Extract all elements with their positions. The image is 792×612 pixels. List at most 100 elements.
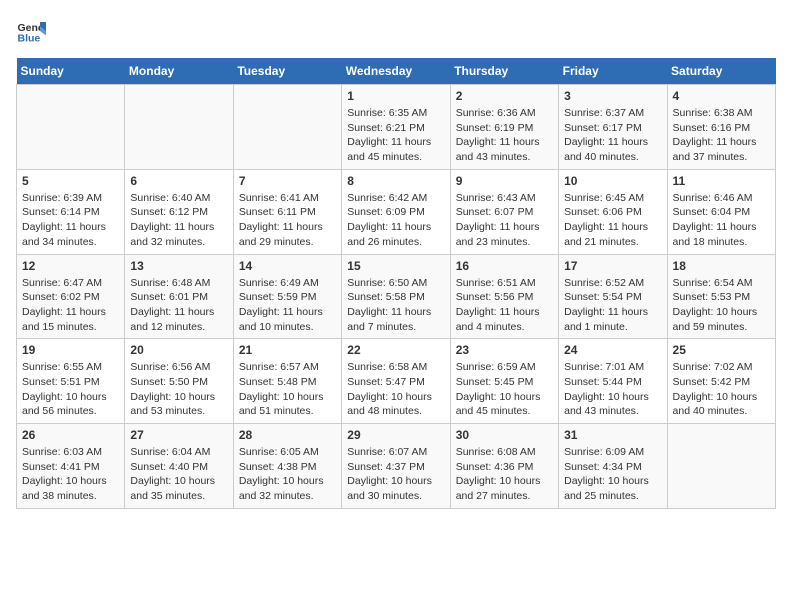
day-number: 11 [673,174,770,188]
day-info: Sunrise: 6:52 AM Sunset: 5:54 PM Dayligh… [564,276,661,335]
logo-icon: General Blue [16,16,46,46]
day-number: 12 [22,259,119,273]
day-info: Sunrise: 6:40 AM Sunset: 6:12 PM Dayligh… [130,191,227,250]
calendar-cell: 26 Sunrise: 6:03 AM Sunset: 4:41 PM Dayli… [17,424,125,509]
day-number: 4 [673,89,770,103]
day-info: Sunrise: 7:01 AM Sunset: 5:44 PM Dayligh… [564,360,661,419]
calendar-cell: 17 Sunrise: 6:52 AM Sunset: 5:54 PM Dayli… [559,254,667,339]
day-number: 14 [239,259,336,273]
calendar-cell: 16 Sunrise: 6:51 AM Sunset: 5:56 PM Dayli… [450,254,558,339]
day-number: 30 [456,428,553,442]
calendar-week-row: 12 Sunrise: 6:47 AM Sunset: 6:02 PM Dayli… [17,254,776,339]
calendar-cell: 22 Sunrise: 6:58 AM Sunset: 5:47 PM Dayli… [342,339,450,424]
calendar-cell: 18Sunrise: 6:54 AM Sunset: 5:53 PM Dayli… [667,254,775,339]
calendar-cell: 24 Sunrise: 7:01 AM Sunset: 5:44 PM Dayli… [559,339,667,424]
calendar-cell [667,424,775,509]
day-info: Sunrise: 6:43 AM Sunset: 6:07 PM Dayligh… [456,191,553,250]
day-number: 16 [456,259,553,273]
day-number: 5 [22,174,119,188]
calendar-cell: 27 Sunrise: 6:04 AM Sunset: 4:40 PM Dayli… [125,424,233,509]
day-of-week-header: Wednesday [342,58,450,85]
calendar-week-row: 19Sunrise: 6:55 AM Sunset: 5:51 PM Dayli… [17,339,776,424]
day-number: 9 [456,174,553,188]
day-info: Sunrise: 6:42 AM Sunset: 6:09 PM Dayligh… [347,191,444,250]
calendar-cell: 13 Sunrise: 6:48 AM Sunset: 6:01 PM Dayli… [125,254,233,339]
calendar-table: SundayMondayTuesdayWednesdayThursdayFrid… [16,58,776,509]
day-number: 31 [564,428,661,442]
day-of-week-header: Thursday [450,58,558,85]
day-info: Sunrise: 6:47 AM Sunset: 6:02 PM Dayligh… [22,276,119,335]
day-number: 13 [130,259,227,273]
day-of-week-header: Sunday [17,58,125,85]
calendar-header-row: SundayMondayTuesdayWednesdayThursdayFrid… [17,58,776,85]
day-number: 2 [456,89,553,103]
calendar-cell [233,85,341,170]
day-info: Sunrise: 6:46 AM Sunset: 6:04 PM Dayligh… [673,191,770,250]
day-of-week-header: Friday [559,58,667,85]
calendar-cell: 25 Sunrise: 7:02 AM Sunset: 5:42 PM Dayli… [667,339,775,424]
day-info: Sunrise: 6:51 AM Sunset: 5:56 PM Dayligh… [456,276,553,335]
calendar-cell: 14 Sunrise: 6:49 AM Sunset: 5:59 PM Dayli… [233,254,341,339]
day-number: 15 [347,259,444,273]
day-number: 29 [347,428,444,442]
day-number: 28 [239,428,336,442]
calendar-cell: 3Sunrise: 6:37 AM Sunset: 6:17 PM Daylig… [559,85,667,170]
calendar-cell: 2 Sunrise: 6:36 AM Sunset: 6:19 PM Daylig… [450,85,558,170]
day-info: Sunrise: 6:07 AM Sunset: 4:37 PM Dayligh… [347,445,444,504]
day-number: 19 [22,343,119,357]
day-info: Sunrise: 6:03 AM Sunset: 4:41 PM Dayligh… [22,445,119,504]
day-info: Sunrise: 6:45 AM Sunset: 6:06 PM Dayligh… [564,191,661,250]
calendar-cell: 1 Sunrise: 6:35 AM Sunset: 6:21 PM Daylig… [342,85,450,170]
day-info: Sunrise: 6:58 AM Sunset: 5:47 PM Dayligh… [347,360,444,419]
day-info: Sunrise: 6:48 AM Sunset: 6:01 PM Dayligh… [130,276,227,335]
day-number: 25 [673,343,770,357]
calendar-cell: 9 Sunrise: 6:43 AM Sunset: 6:07 PM Daylig… [450,169,558,254]
day-info: Sunrise: 6:41 AM Sunset: 6:11 PM Dayligh… [239,191,336,250]
day-of-week-header: Saturday [667,58,775,85]
day-number: 26 [22,428,119,442]
day-info: Sunrise: 6:05 AM Sunset: 4:38 PM Dayligh… [239,445,336,504]
calendar-cell: 11 Sunrise: 6:46 AM Sunset: 6:04 PM Dayli… [667,169,775,254]
calendar-cell: 30 Sunrise: 6:08 AM Sunset: 4:36 PM Dayli… [450,424,558,509]
calendar-cell: 23Sunrise: 6:59 AM Sunset: 5:45 PM Dayli… [450,339,558,424]
day-number: 7 [239,174,336,188]
day-info: Sunrise: 6:50 AM Sunset: 5:58 PM Dayligh… [347,276,444,335]
logo: General Blue [16,16,50,46]
calendar-week-row: 5 Sunrise: 6:39 AM Sunset: 6:14 PM Daylig… [17,169,776,254]
day-number: 8 [347,174,444,188]
calendar-cell: 4 Sunrise: 6:38 AM Sunset: 6:16 PM Daylig… [667,85,775,170]
day-info: Sunrise: 6:57 AM Sunset: 5:48 PM Dayligh… [239,360,336,419]
day-number: 27 [130,428,227,442]
day-of-week-header: Tuesday [233,58,341,85]
day-number: 23 [456,343,553,357]
calendar-cell: 12 Sunrise: 6:47 AM Sunset: 6:02 PM Dayli… [17,254,125,339]
calendar-week-row: 1 Sunrise: 6:35 AM Sunset: 6:21 PM Daylig… [17,85,776,170]
day-number: 1 [347,89,444,103]
day-number: 21 [239,343,336,357]
day-number: 10 [564,174,661,188]
day-number: 22 [347,343,444,357]
day-info: Sunrise: 6:36 AM Sunset: 6:19 PM Dayligh… [456,106,553,165]
day-number: 20 [130,343,227,357]
day-number: 24 [564,343,661,357]
calendar-cell: 10 Sunrise: 6:45 AM Sunset: 6:06 PM Dayli… [559,169,667,254]
calendar-cell [17,85,125,170]
day-info: Sunrise: 6:04 AM Sunset: 4:40 PM Dayligh… [130,445,227,504]
calendar-cell: 7 Sunrise: 6:41 AM Sunset: 6:11 PM Daylig… [233,169,341,254]
calendar-week-row: 26 Sunrise: 6:03 AM Sunset: 4:41 PM Dayli… [17,424,776,509]
calendar-cell: 20Sunrise: 6:56 AM Sunset: 5:50 PM Dayli… [125,339,233,424]
day-number: 6 [130,174,227,188]
day-info: Sunrise: 6:37 AM Sunset: 6:17 PM Dayligh… [564,106,661,165]
calendar-cell [125,85,233,170]
day-info: Sunrise: 6:09 AM Sunset: 4:34 PM Dayligh… [564,445,661,504]
day-info: Sunrise: 6:08 AM Sunset: 4:36 PM Dayligh… [456,445,553,504]
day-info: Sunrise: 6:49 AM Sunset: 5:59 PM Dayligh… [239,276,336,335]
calendar-cell: 19Sunrise: 6:55 AM Sunset: 5:51 PM Dayli… [17,339,125,424]
day-info: Sunrise: 7:02 AM Sunset: 5:42 PM Dayligh… [673,360,770,419]
page-header: General Blue [16,16,776,46]
day-info: Sunrise: 6:38 AM Sunset: 6:16 PM Dayligh… [673,106,770,165]
day-info: Sunrise: 6:39 AM Sunset: 6:14 PM Dayligh… [22,191,119,250]
day-info: Sunrise: 6:54 AM Sunset: 5:53 PM Dayligh… [673,276,770,335]
day-info: Sunrise: 6:35 AM Sunset: 6:21 PM Dayligh… [347,106,444,165]
day-number: 17 [564,259,661,273]
